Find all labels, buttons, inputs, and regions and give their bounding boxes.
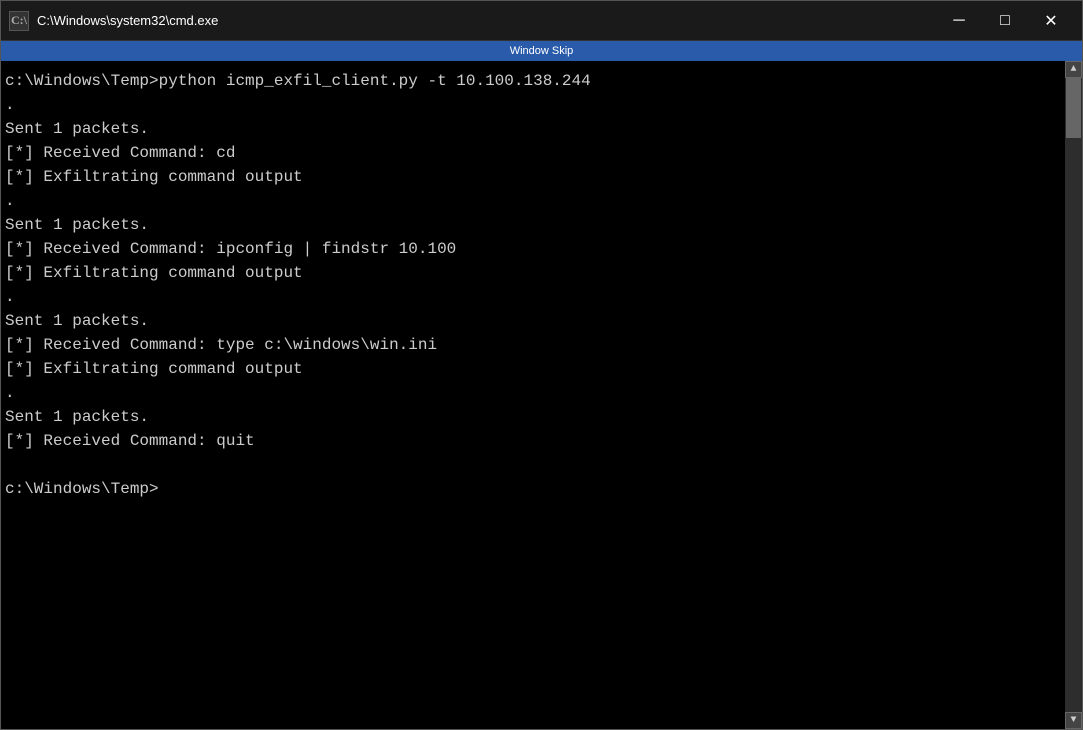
terminal-output[interactable]: c:\Windows\Temp>python icmp_exfil_client… [1, 61, 1065, 729]
window-controls: ─ □ ✕ [936, 5, 1074, 37]
minimize-button[interactable]: ─ [936, 5, 982, 37]
scrollbar[interactable]: ▲ ▼ [1065, 61, 1082, 729]
scroll-down-button[interactable]: ▼ [1065, 712, 1082, 729]
title-bar: C:\ C:\Windows\system32\cmd.exe ─ □ ✕ [1, 1, 1082, 41]
window-skip-label: Window Skip [510, 45, 574, 57]
window-skip-bar: Window Skip [1, 41, 1082, 61]
close-button[interactable]: ✕ [1028, 5, 1074, 37]
cmd-window: C:\ C:\Windows\system32\cmd.exe ─ □ ✕ Wi… [0, 0, 1083, 730]
scroll-up-button[interactable]: ▲ [1065, 61, 1082, 78]
scrollbar-thumb[interactable] [1066, 78, 1081, 138]
window-body: c:\Windows\Temp>python icmp_exfil_client… [1, 61, 1082, 729]
maximize-button[interactable]: □ [982, 5, 1028, 37]
window-title: C:\Windows\system32\cmd.exe [37, 13, 936, 28]
scrollbar-track[interactable] [1065, 78, 1082, 712]
window-icon: C:\ [9, 11, 29, 31]
